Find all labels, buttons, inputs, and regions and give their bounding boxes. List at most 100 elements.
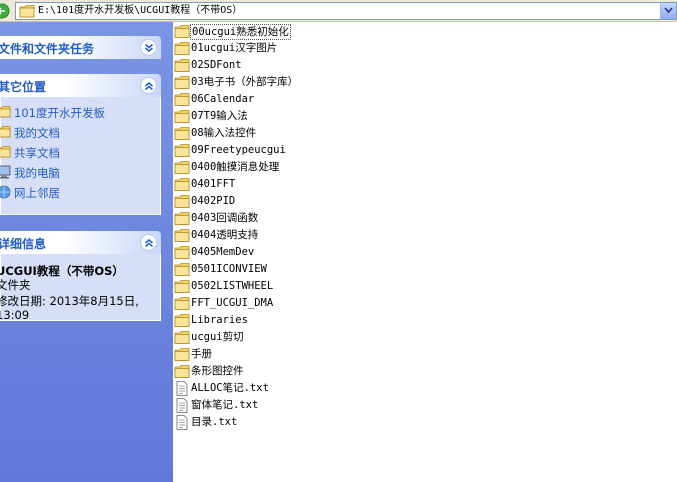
item-name: 07T9输入法 [191, 110, 248, 122]
folder-icon [0, 105, 11, 119]
folder-item[interactable]: 0404透明支持 [173, 227, 473, 244]
folder-icon [174, 262, 190, 277]
folder-item[interactable]: 0401FFT [173, 176, 473, 193]
folder-item[interactable]: 0502LISTWHEEL [173, 278, 473, 295]
folder-item[interactable]: 00ucgui熟悉初始化 [173, 23, 473, 40]
place-link-label: 101度开水开发板 [14, 106, 105, 120]
folder-icon [174, 347, 190, 362]
address-path: E:\101度开水开发板\UCGUI教程（不带OS） [38, 5, 243, 16]
item-name: FFT_UCGUI_DMA [191, 297, 274, 309]
folder-icon [174, 313, 190, 328]
folder-icon [174, 279, 190, 294]
file-item[interactable]: 目录.txt [173, 414, 473, 431]
back-arrow-icon[interactable] [0, 2, 12, 20]
item-name: 0405MemDev [191, 246, 255, 258]
folder-item[interactable]: 0400触摸消息处理 [173, 159, 473, 176]
address-bar: E:\101度开水开发板\UCGUI教程（不带OS） [0, 0, 677, 22]
place-link-shared-documents[interactable]: 共享文档 [0, 143, 160, 163]
detail-name: UCGUI教程（不带OS） [0, 264, 124, 278]
item-name: 02SDFont [191, 59, 242, 71]
folder-item[interactable]: 01ucgui汉字图片 [173, 40, 473, 57]
folder-item[interactable]: 09Freetypeucgui [173, 142, 473, 159]
folder-icon [174, 177, 190, 192]
double-chevron-up-icon [145, 239, 153, 248]
item-name: 0404透明支持 [191, 229, 259, 241]
folder-item[interactable]: 08输入法控件 [173, 125, 473, 142]
address-dropdown-button[interactable] [660, 3, 676, 19]
double-chevron-down-icon [145, 43, 153, 52]
item-name: 00ucgui熟悉初始化 [190, 24, 291, 40]
place-link-101[interactable]: 101度开水开发板 [0, 103, 160, 123]
place-link-label: 共享文档 [14, 146, 60, 160]
folder-item[interactable]: 07T9输入法 [173, 108, 473, 125]
folder-icon [174, 24, 190, 39]
item-name: 06Calendar [191, 93, 255, 105]
folder-icon [174, 160, 190, 175]
folder-icon [174, 126, 190, 141]
detail-type: 文件夹 [0, 278, 31, 292]
text-file-icon [174, 381, 190, 396]
item-name: 0401FFT [191, 178, 236, 190]
place-link-my-computer[interactable]: 我的电脑 [0, 163, 160, 183]
folder-item[interactable]: 0402PID [173, 193, 473, 210]
folder-item[interactable]: 06Calendar [173, 91, 473, 108]
other-places-panel: 其它位置 101度开水开发板 我的文档 共享文档 我的电脑 网上邻居 [0, 74, 161, 215]
folder-item[interactable]: 0403回调函数 [173, 210, 473, 227]
folder-icon [174, 296, 190, 311]
item-name: 手册 [191, 348, 212, 360]
collapse-button[interactable] [140, 39, 157, 56]
file-folder-tasks-panel: 文件和文件夹任务 [0, 36, 161, 59]
panel-header[interactable]: 文件和文件夹任务 [0, 36, 161, 59]
panel-header[interactable]: 详细信息 [0, 231, 161, 254]
folder-icon [174, 41, 190, 56]
chevron-down-icon [664, 7, 673, 14]
folder-icon [174, 109, 190, 124]
detail-modified-time: 13:09 [0, 308, 30, 322]
address-field[interactable]: E:\101度开水开发板\UCGUI教程（不带OS） [15, 2, 677, 20]
folder-icon [174, 364, 190, 379]
place-link-label: 我的文档 [14, 126, 60, 140]
folder-icon [0, 125, 11, 139]
item-name: 窗体笔记.txt [191, 399, 259, 411]
collapse-button[interactable] [140, 77, 157, 94]
detail-modified: 修改日期: 2013年8月15日, [0, 294, 139, 308]
panel-title: 文件和文件夹任务 [0, 42, 95, 56]
item-name: 09Freetypeucgui [191, 144, 286, 156]
folder-item[interactable]: 0405MemDev [173, 244, 473, 261]
file-item[interactable]: 窗体笔记.txt [173, 397, 473, 414]
item-name: 08输入法控件 [191, 127, 257, 139]
task-pane: 文件和文件夹任务 其它位置 101度开水开发板 我的文档 共享文档 我的电脑 网… [0, 22, 173, 482]
folder-icon [174, 194, 190, 209]
folder-item[interactable]: Libraries [173, 312, 473, 329]
item-name: 0502LISTWHEEL [191, 280, 274, 292]
panel-header[interactable]: 其它位置 [0, 74, 161, 97]
place-link-label: 我的电脑 [14, 166, 60, 180]
panel-title: 其它位置 [0, 80, 47, 94]
place-link-my-documents[interactable]: 我的文档 [0, 123, 160, 143]
panel-title: 详细信息 [0, 237, 47, 251]
file-list: 00ucgui熟悉初始化 01ucgui汉字图片 02SDFont 03电子书（外部字… [173, 22, 677, 482]
folder-icon [174, 75, 190, 90]
place-link-network[interactable]: 网上邻居 [0, 183, 160, 203]
item-name: ucgui剪切 [191, 331, 244, 343]
collapse-button[interactable] [140, 234, 157, 251]
folder-item[interactable]: 0501ICONVIEW [173, 261, 473, 278]
folder-item[interactable]: ucgui剪切 [173, 329, 473, 346]
place-link-label: 网上邻居 [14, 186, 60, 200]
folder-item[interactable]: 手册 [173, 346, 473, 363]
item-name: 01ucgui汉字图片 [191, 42, 278, 54]
folder-icon [174, 211, 190, 226]
double-chevron-up-icon [145, 82, 153, 91]
folder-icon [174, 245, 190, 260]
text-file-icon [174, 398, 190, 413]
folder-icon [174, 330, 190, 345]
folder-item[interactable]: FFT_UCGUI_DMA [173, 295, 473, 312]
item-name: 条形图控件 [191, 365, 244, 377]
item-name: 03电子书（外部字库） [191, 76, 299, 88]
panel-body: UCGUI教程（不带OS） 文件夹 修改日期: 2013年8月15日, 13:0… [0, 254, 161, 322]
folder-item[interactable]: 条形图控件 [173, 363, 473, 380]
folder-item[interactable]: 02SDFont [173, 57, 473, 74]
folder-item[interactable]: 03电子书（外部字库） [173, 74, 473, 91]
file-item[interactable]: ALLOC笔记.txt [173, 380, 473, 397]
panel-body: 101度开水开发板 我的文档 共享文档 我的电脑 网上邻居 [0, 97, 161, 215]
